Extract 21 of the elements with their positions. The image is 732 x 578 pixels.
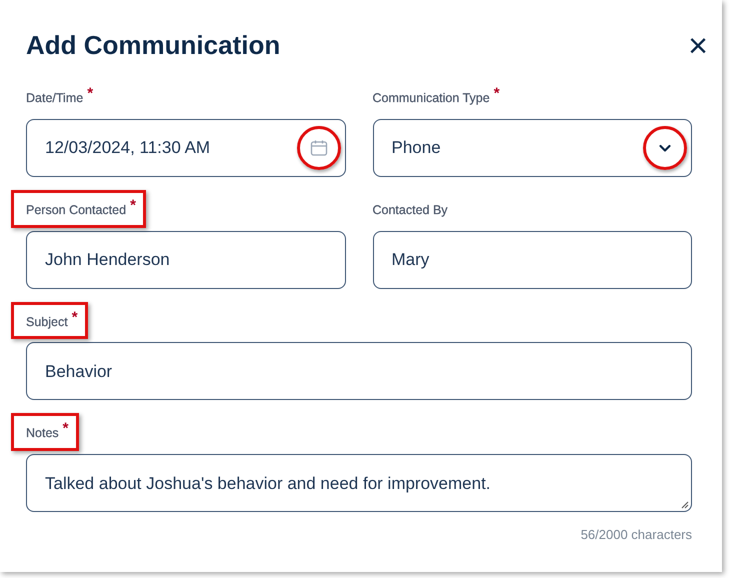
required-asterisk: *	[494, 84, 500, 104]
character-counter: 56/2000 characters	[580, 526, 692, 544]
field-label: Communication Type	[372, 90, 490, 107]
field-label: Notes	[26, 425, 59, 442]
required-asterisk: *	[87, 84, 94, 104]
input-field[interactable]: Mary	[372, 230, 692, 288]
field-label: Subject	[26, 314, 68, 331]
notes-field[interactable]: Talked about Joshua's behavior and need for improvement.	[26, 454, 692, 512]
input-field[interactable]: Behavior	[26, 342, 692, 400]
required-asterisk: *	[130, 196, 136, 216]
date-field[interactable]: 12/03/2024, 11:30 AM	[26, 118, 346, 177]
field-label: Date/Time	[26, 90, 84, 107]
required-asterisk: *	[62, 419, 68, 440]
select-field[interactable]: Phone	[372, 118, 692, 177]
field-label: Contacted By	[372, 202, 448, 219]
input-field[interactable]: John Henderson	[26, 230, 346, 288]
field-label: Person Contacted	[26, 202, 126, 219]
resize-grip-icon[interactable]	[681, 501, 689, 509]
close-button[interactable]: ×	[688, 28, 708, 62]
required-asterisk: *	[72, 308, 78, 328]
dialog-title: Add Communication	[26, 29, 280, 62]
